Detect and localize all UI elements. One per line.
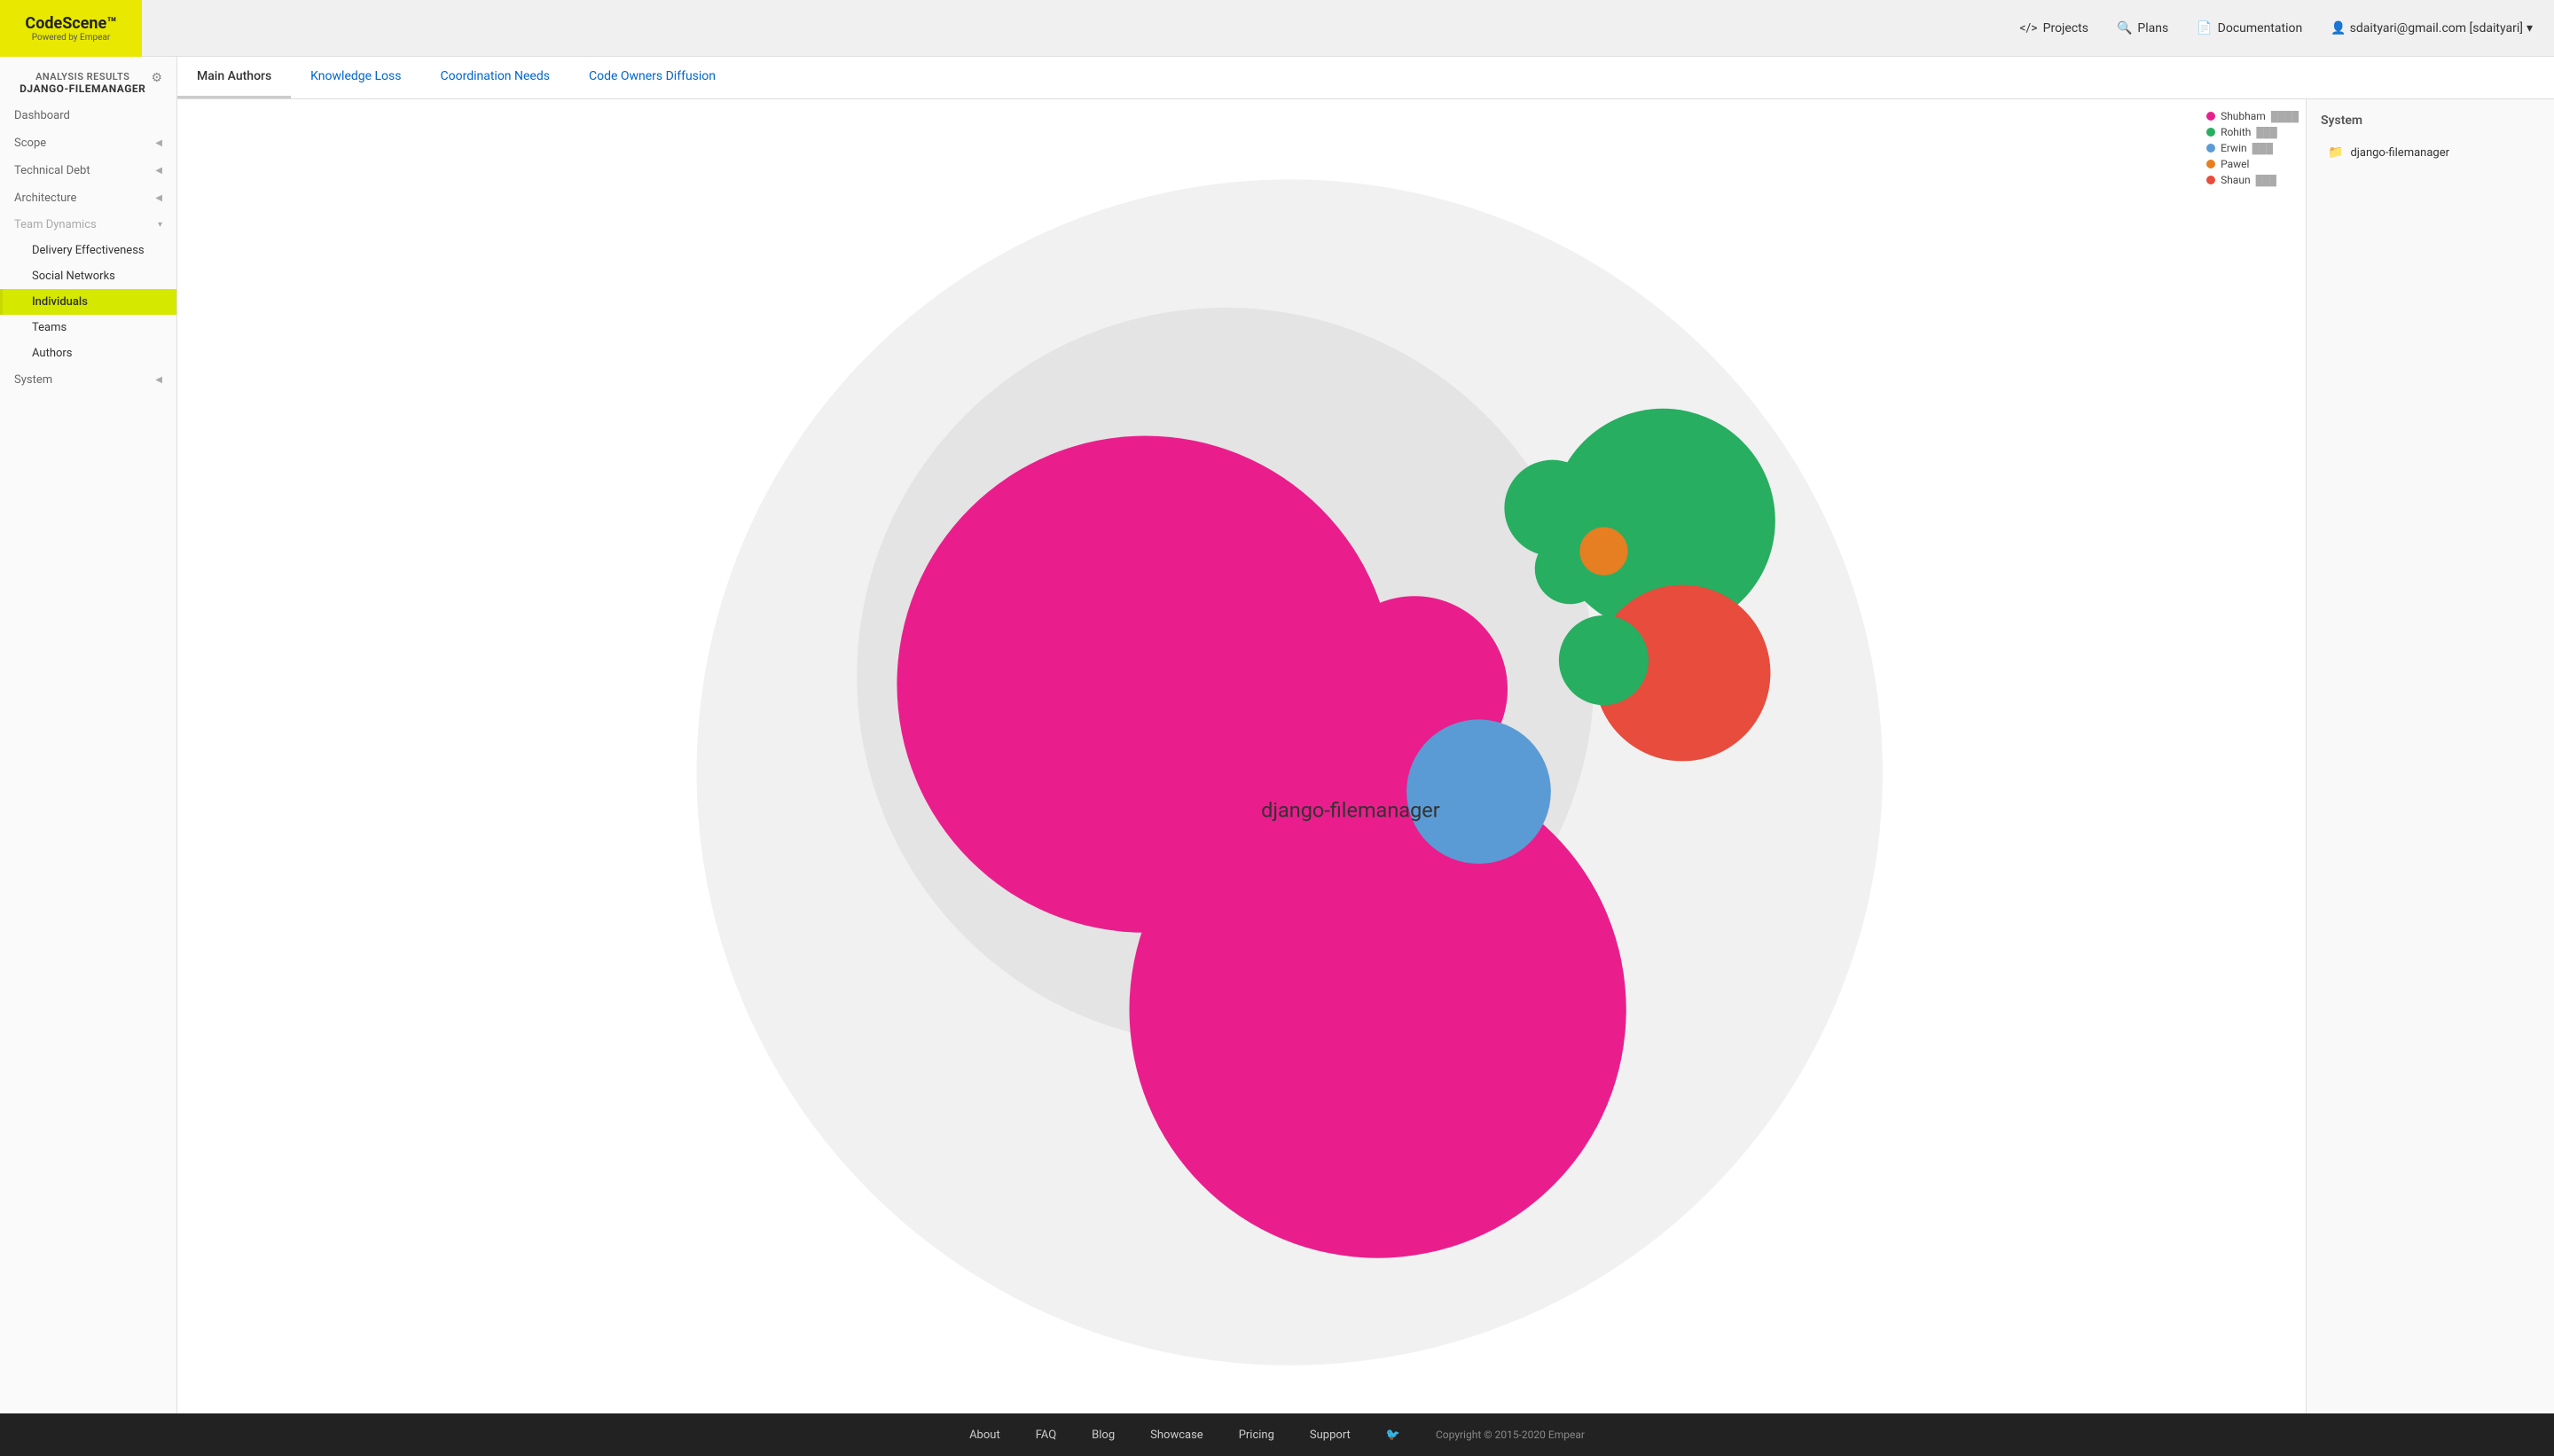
logo-title: CodeScene™ — [25, 14, 116, 33]
footer-about[interactable]: About — [969, 1429, 1000, 1442]
tab-main-authors[interactable]: Main Authors — [177, 57, 291, 98]
sidebar-item-authors[interactable]: Authors — [0, 341, 176, 366]
sidebar-item-social-networks[interactable]: Social Networks — [0, 263, 176, 289]
legend-dot-erwin — [2206, 144, 2215, 153]
user-icon: 👤 — [2331, 21, 2346, 35]
chart-label: django-filemanager — [1261, 798, 1440, 823]
sidebar-item-delivery-effectiveness[interactable]: Delivery Effectiveness — [0, 238, 176, 263]
chevron-icon: ◀ — [155, 375, 162, 385]
sidebar-item-individuals[interactable]: Individuals — [0, 289, 176, 315]
legend-dot-pawel — [2206, 160, 2215, 168]
chevron-icon: ◀ — [155, 166, 162, 176]
sidebar-item-system[interactable]: System ◀ — [0, 366, 176, 394]
sidebar-item-technical-debt[interactable]: Technical Debt ◀ — [0, 157, 176, 184]
sidebar-item-architecture[interactable]: Architecture ◀ — [0, 184, 176, 212]
main-content: django-filemanager Shubham ████ Rohith █… — [177, 99, 2554, 1413]
legend-dot-shubham — [2206, 112, 2215, 121]
logo-subtitle: Powered by Empear — [32, 33, 110, 43]
legend-dot-shaun — [2206, 176, 2215, 184]
legend-pawel: Pawel — [2206, 158, 2299, 170]
legend: Shubham ████ Rohith ███ Erwin ███ — [2206, 110, 2299, 186]
content-area: Main Authors Knowledge Loss Coordination… — [177, 57, 2554, 1413]
code-icon: </> — [2019, 21, 2037, 35]
sidebar: ⚙ ANALYSIS RESULTS DJANGO-FILEMANAGER Da… — [0, 57, 177, 1413]
footer-support[interactable]: Support — [1310, 1429, 1351, 1442]
legend-shubham: Shubham ████ — [2206, 110, 2299, 122]
copyright: Copyright © 2015-2020 Empear — [1436, 1429, 1585, 1441]
user-menu[interactable]: 👤 sdaityari@gmail.com [sdaityari] ▾ — [2331, 21, 2533, 35]
header: CodeScene™ Powered by Empear </> Project… — [0, 0, 2554, 57]
nav-plans[interactable]: 🔍 Plans — [2117, 21, 2168, 35]
legend-erwin: Erwin ███ — [2206, 142, 2299, 154]
folder-icon: 📁 — [2328, 145, 2343, 160]
legend-dot-rohith — [2206, 128, 2215, 137]
tab-code-owners-diffusion[interactable]: Code Owners Diffusion — [569, 57, 735, 98]
main-nav: </> Projects 🔍 Plans 📄 Documentation 👤 s… — [2019, 21, 2533, 35]
footer-showcase[interactable]: Showcase — [1150, 1429, 1203, 1442]
nav-projects[interactable]: </> Projects — [2019, 21, 2088, 35]
main-layout: ⚙ ANALYSIS RESULTS DJANGO-FILEMANAGER Da… — [0, 57, 2554, 1413]
viz-area: django-filemanager Shubham ████ Rohith █… — [177, 99, 2306, 1413]
sidebar-item-teams[interactable]: Teams — [0, 315, 176, 341]
bubble-chart: django-filemanager — [177, 99, 2306, 1413]
system-django-filemanager[interactable]: 📁 django-filemanager — [2321, 138, 2540, 167]
tab-knowledge-loss[interactable]: Knowledge Loss — [291, 57, 420, 98]
doc-icon: 📄 — [2197, 21, 2212, 35]
project-name: DJANGO-FILEMANAGER — [14, 82, 162, 95]
sidebar-item-scope[interactable]: Scope ◀ — [0, 129, 176, 157]
system-panel-title: System — [2321, 114, 2540, 128]
legend-shaun: Shaun ███ — [2206, 174, 2299, 186]
footer-blog[interactable]: Blog — [1092, 1429, 1115, 1442]
tab-bar: Main Authors Knowledge Loss Coordination… — [177, 57, 2554, 99]
chevron-down-icon: ▾ — [158, 220, 162, 230]
dropdown-icon: ▾ — [2527, 21, 2533, 35]
footer-pricing[interactable]: Pricing — [1239, 1429, 1274, 1442]
nav-documentation[interactable]: 📄 Documentation — [2197, 21, 2302, 35]
footer: About FAQ Blog Showcase Pricing Support … — [0, 1413, 2554, 1456]
search-icon: 🔍 — [2117, 21, 2132, 35]
sidebar-item-team-dynamics[interactable]: Team Dynamics ▾ — [0, 212, 176, 238]
settings-icon[interactable]: ⚙ — [151, 71, 162, 85]
logo[interactable]: CodeScene™ Powered by Empear — [0, 0, 142, 57]
chevron-icon: ◀ — [155, 193, 162, 203]
right-panel: System 📁 django-filemanager — [2306, 99, 2554, 1413]
twitter-icon[interactable]: 🐦 — [1386, 1429, 1400, 1442]
analysis-label: ANALYSIS RESULTS — [14, 71, 162, 82]
sidebar-header: ⚙ ANALYSIS RESULTS DJANGO-FILEMANAGER — [0, 57, 176, 102]
chevron-icon: ◀ — [155, 138, 162, 148]
legend-rohith: Rohith ███ — [2206, 126, 2299, 138]
tab-coordination-needs[interactable]: Coordination Needs — [421, 57, 569, 98]
sidebar-item-dashboard[interactable]: Dashboard — [0, 102, 176, 129]
footer-faq[interactable]: FAQ — [1036, 1429, 1056, 1442]
